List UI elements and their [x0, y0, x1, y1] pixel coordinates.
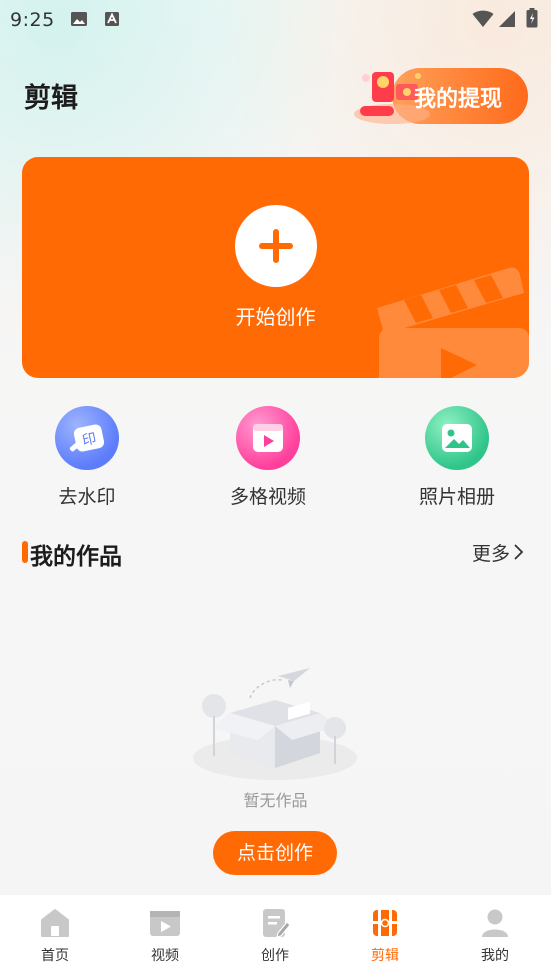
tool-label: 去水印 — [58, 486, 116, 508]
withdraw-button[interactable]: 我的提现 — [352, 66, 530, 126]
nav-label: 首页 — [41, 948, 69, 964]
status-bar: 9:25 — [0, 0, 551, 38]
click-create-button[interactable]: 点击创作 — [213, 831, 337, 875]
tool-photo-album[interactable]: 照片相册 — [402, 406, 512, 509]
gallery-notification-icon — [71, 12, 87, 26]
watermark-remove-icon: 印 — [55, 406, 119, 470]
nav-label: 视频 — [151, 948, 179, 964]
nav-item-video[interactable]: 视频 — [125, 907, 205, 965]
nav-item-profile[interactable]: 我的 — [455, 907, 535, 965]
nav-label: 我的 — [481, 948, 509, 964]
nav-item-home[interactable]: 首页 — [15, 907, 95, 965]
nav-label: 剪辑 — [371, 948, 399, 964]
withdraw-label: 我的提现 — [414, 87, 503, 112]
photo-album-icon — [425, 406, 489, 470]
nav-item-edit[interactable]: 剪辑 — [345, 907, 425, 965]
chevron-right-icon[interactable] — [512, 543, 524, 561]
home-icon — [41, 909, 69, 937]
a-notification-icon — [105, 12, 119, 26]
nav-label: 创作 — [261, 948, 289, 964]
tool-label: 照片相册 — [418, 486, 495, 508]
my-works-title: 我的作品 — [30, 544, 122, 570]
create-icon — [263, 909, 291, 938]
video-icon — [150, 911, 180, 936]
bottom-nav: 首页 视频 创作 剪辑 我的 — [0, 895, 551, 979]
nav-item-create[interactable]: 创作 — [235, 907, 315, 965]
battery-icon — [526, 8, 538, 28]
page-title: 剪辑 — [24, 83, 78, 114]
more-link[interactable]: 更多 — [472, 539, 510, 566]
edit-clip-icon — [373, 910, 397, 936]
multi-grid-video-icon — [236, 406, 300, 470]
tool-remove-watermark[interactable]: 印 去水印 — [32, 406, 142, 509]
profile-icon — [482, 909, 508, 937]
empty-box-illustration-icon — [193, 668, 357, 780]
wifi-icon — [472, 10, 494, 27]
section-accent-bar — [22, 541, 28, 563]
status-time: 9:25 — [10, 9, 55, 31]
signal-icon — [499, 11, 515, 27]
empty-state-text: 暂无作品 — [243, 791, 308, 810]
start-create-card[interactable]: 开始创作 — [22, 157, 529, 378]
add-create-button[interactable] — [235, 205, 317, 287]
start-create-label: 开始创作 — [235, 305, 316, 329]
tool-multi-grid-video[interactable]: 多格视频 — [213, 406, 323, 509]
tool-label: 多格视频 — [229, 486, 306, 508]
